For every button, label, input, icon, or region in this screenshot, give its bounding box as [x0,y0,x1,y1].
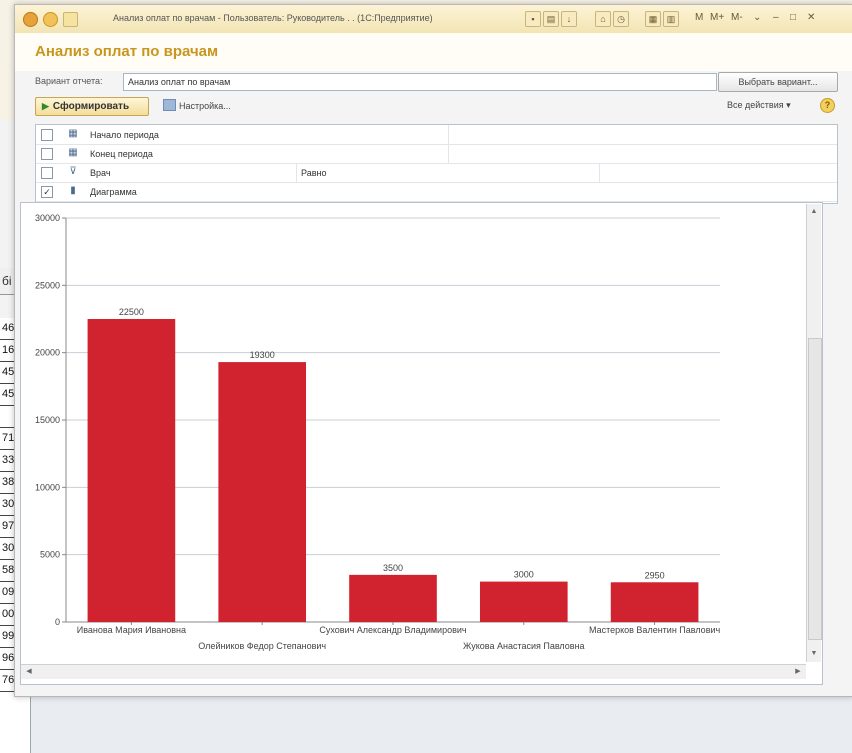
history-icon[interactable]: ◷ [613,11,629,27]
data-label: 22500 [119,307,144,317]
calendar-icon[interactable]: ▦ [645,11,661,27]
bar [479,581,568,622]
data-label: 2950 [645,570,665,580]
settings-button[interactable]: Настройка... [163,99,231,111]
column-divider [448,125,449,144]
setting-label: Начало периода [90,130,159,140]
settings-icon [163,99,176,111]
window-title: Анализ оплат по врачам - Пользователь: Р… [113,13,433,23]
scroll-right-icon[interactable]: ▶ [792,665,804,679]
variant-label: Вариант отчета: [35,76,103,86]
generate-label: Сформировать [52,101,130,112]
play-icon: ▶ [42,101,49,111]
calculator-icon[interactable]: ▥ [663,11,679,27]
y-tick-label: 5000 [40,550,60,560]
quick-settings-table: ▦ Начало периода ▦ Конец периода ⊽ Врач Равно ✓… [35,124,838,204]
close-icon[interactable]: ✕ [807,12,815,23]
horizontal-scrollbar[interactable]: ◀ ▶ [21,664,806,679]
settings-row: ⊽ Врач Равно [36,163,837,183]
x-category-label: Жукова Анастасия Павловна [463,641,585,651]
print-icon[interactable]: ▤ [543,11,559,27]
x-category-label: Мастерков Валентин Павлович [589,625,721,635]
save-icon[interactable]: ▪ [525,11,541,27]
y-tick-label: 20000 [35,348,60,358]
bar [610,582,699,622]
y-tick-label: 15000 [35,415,60,425]
use-checkbox[interactable] [41,129,53,141]
data-label: 3000 [514,570,534,580]
report-variant-row: Вариант отчета: Анализ оплат по врачам В… [15,71,852,93]
data-label: 3500 [383,563,403,573]
column-divider [296,163,297,182]
select-variant-button[interactable]: Выбрать вариант... [718,72,838,92]
settings-row: ▦ Конец периода [36,144,837,164]
title-bar: Анализ оплат по врачам - Пользователь: Р… [15,5,852,34]
form-header: Анализ оплат по врачам [15,33,852,71]
column-divider [448,144,449,163]
link-icon[interactable]: ↓ [561,11,577,27]
x-category-label: Сухович Александр Владимирович [319,625,467,635]
variant-field[interactable]: Анализ оплат по врачам [123,73,717,91]
page-title: Анализ оплат по врачам [35,43,219,60]
scroll-up-icon[interactable]: ▲ [807,206,821,218]
y-tick-label: 30000 [35,213,60,223]
settings-label: Настройка... [179,101,231,111]
settings-row: ▦ Начало периода [36,125,837,145]
scroll-left-icon[interactable]: ◀ [23,665,35,679]
y-tick-label: 0 [55,617,60,627]
minimize-icon[interactable]: – [773,12,779,23]
comparison-field[interactable]: Равно [301,168,326,178]
back-icon[interactable] [43,12,58,27]
x-category-label: Олейников Федор Степанович [198,641,326,651]
command-bar: ▶ Сформировать Настройка... Все действия … [15,95,852,117]
vertical-scrollbar[interactable]: ▲ ▼ [806,204,822,662]
home-icon[interactable]: ⌂ [595,11,611,27]
maximize-icon[interactable]: □ [790,12,796,23]
setting-label: Врач [90,168,111,178]
use-checkbox[interactable] [41,148,53,160]
calendar-icon: ▦ [68,147,78,158]
memory-button[interactable]: M [695,12,703,23]
star-icon[interactable] [63,12,78,27]
use-checkbox[interactable] [41,167,53,179]
bar-chart: 0 5000 10000 15000 20000 25000 30000 22500 Ивано… [35,213,721,651]
memory-minus-button[interactable]: M- [731,12,743,23]
settings-row: ✓ ▮ Диаграмма [36,182,837,202]
setting-label: Диаграмма [90,187,137,197]
y-tick-label: 10000 [35,482,60,492]
bar [349,574,437,622]
chart-icon: ▮ [70,185,76,196]
memory-plus-button[interactable]: M+ [710,12,724,23]
menu-chevron-icon[interactable]: ⌄ [753,12,761,23]
scroll-down-icon[interactable]: ▼ [807,648,821,660]
x-category-label: Иванова Мария Ивановна [77,625,186,635]
y-tick-label: 25000 [35,280,60,290]
setting-label: Конец периода [90,149,153,159]
data-label: 19300 [250,350,275,360]
all-actions-menu[interactable]: Все действия ▾ [727,100,791,111]
bar [87,319,176,622]
use-checkbox[interactable]: ✓ [41,186,53,198]
filter-icon: ⊽ [69,166,77,177]
column-divider [599,163,600,182]
vertical-scroll-thumb[interactable] [808,338,822,640]
generate-button[interactable]: ▶ Сформировать [35,97,149,116]
calendar-icon: ▦ [68,128,78,139]
app-icon [23,12,38,27]
bar [218,362,307,622]
help-icon[interactable]: ? [820,98,835,113]
